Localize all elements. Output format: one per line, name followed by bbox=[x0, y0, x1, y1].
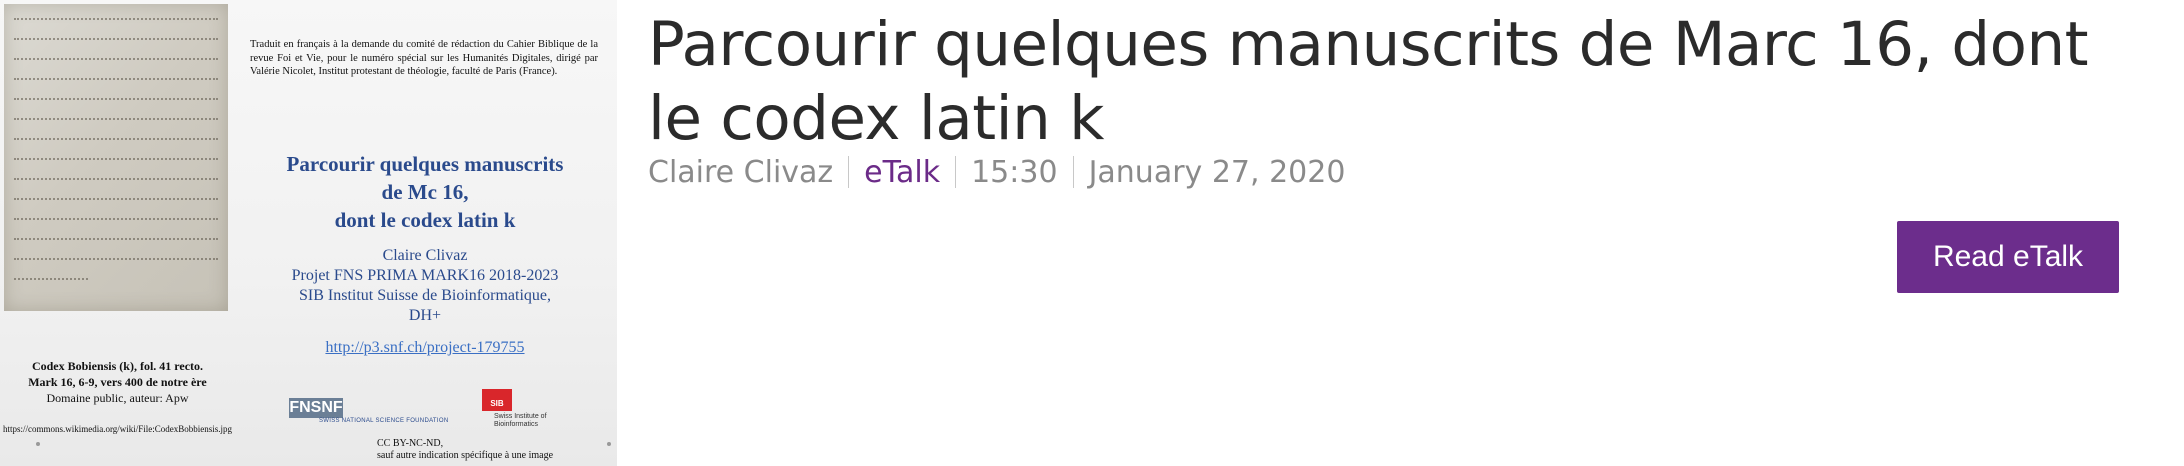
content-type-label[interactable]: eTalk bbox=[864, 155, 940, 190]
publish-date: January 27, 2020 bbox=[1088, 154, 1346, 190]
etalk-meta: Claire Clivaz eTalk 15:30 January 27, 20… bbox=[648, 152, 1345, 192]
slide-project-link: http://p3.snf.ch/project-179755 bbox=[325, 339, 525, 356]
read-etalk-button[interactable]: Read eTalk bbox=[1897, 221, 2119, 293]
decorative-dot bbox=[36, 442, 40, 446]
codex-manuscript-image bbox=[4, 4, 228, 311]
slide-license: CC BY-NC-ND, sauf autre indication spéci… bbox=[377, 438, 554, 461]
decorative-dot bbox=[607, 442, 611, 446]
slide-credits: Claire Clivaz Projet FNS PRIMA MARK16 20… bbox=[291, 247, 559, 324]
slide-title: Parcourir quelques manuscrits de Mc 16, … bbox=[286, 152, 564, 232]
sib-logo: SIB Swiss Institute of Bioinformatics bbox=[482, 389, 562, 429]
author-name[interactable]: Claire Clivaz bbox=[648, 155, 833, 190]
codex-caption: Codex Bobiensis (k), fol. 41 recto. Mark… bbox=[28, 359, 207, 405]
meta-divider bbox=[848, 156, 850, 188]
etalk-thumbnail[interactable]: Traduit en français à la demande du comi… bbox=[0, 0, 617, 466]
codex-source-url: https://commons.wikimedia.org/wiki/File:… bbox=[2, 424, 233, 434]
snsf-logo: FNSNF SWISS NATIONAL SCIENCE FOUNDATION bbox=[289, 398, 449, 424]
etalk-title[interactable]: Parcourir quelques manuscrits de Marc 16… bbox=[648, 8, 2148, 156]
meta-divider bbox=[955, 156, 957, 188]
duration: 15:30 bbox=[971, 154, 1058, 190]
slide-translation-note: Traduit en français à la demande du comi… bbox=[250, 39, 598, 77]
meta-divider bbox=[1072, 156, 1074, 188]
